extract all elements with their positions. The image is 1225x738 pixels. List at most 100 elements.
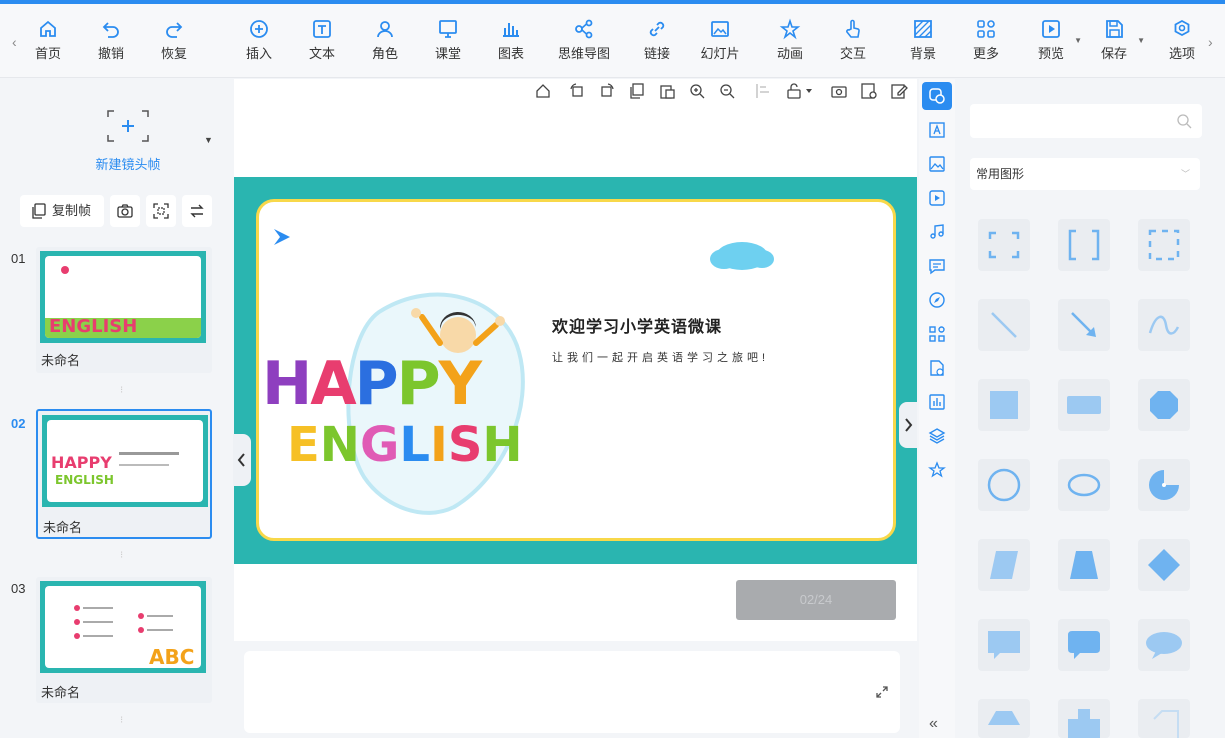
shape-category-select[interactable]: 常用图形 ﹀ (970, 158, 1200, 190)
new-frame-dropdown-icon[interactable]: ▼ (204, 135, 213, 145)
toolbar-preview-button[interactable]: 预览 ▼ (1016, 18, 1086, 63)
toolbar-options-button[interactable]: 选项 (1147, 18, 1217, 63)
expand-notes-icon[interactable] (876, 685, 888, 703)
home-icon (40, 20, 56, 37)
paste-icon[interactable] (658, 82, 676, 100)
toolbar-save-button[interactable]: 保存 ▼ (1079, 18, 1149, 63)
copy-layer-icon[interactable] (628, 82, 646, 100)
toolbar-slideshow-button[interactable]: 幻灯片 (685, 18, 755, 63)
shape-pentagon-partial[interactable] (978, 699, 1030, 738)
home-view-icon[interactable] (534, 82, 552, 100)
toolbar-interaction-button[interactable]: 交互 (818, 18, 888, 63)
collapse-tools-icon[interactable]: « (929, 715, 938, 733)
toolbar-chart-button[interactable]: 图表 (476, 18, 546, 63)
slide-thumbnail: HAPPY ENGLISH (42, 415, 208, 507)
english-letter: E (287, 417, 320, 473)
tool-music[interactable] (927, 222, 947, 242)
tool-favorites[interactable] (927, 460, 947, 480)
tool-text[interactable] (927, 120, 947, 140)
dashed-frame-shape-icon (1148, 229, 1180, 261)
edit-note-icon[interactable] (890, 82, 908, 100)
toolbar-redo-button[interactable]: 恢复 (139, 18, 209, 63)
toolbar-undo-button[interactable]: 撤销 (76, 18, 146, 63)
tool-comment[interactable] (927, 256, 947, 276)
rotate-right-icon[interactable] (598, 82, 616, 100)
speaker-notes[interactable] (244, 651, 900, 733)
slide-title[interactable]: 欢迎学习小学英语微课 (552, 313, 722, 337)
preview-play-icon (1042, 20, 1060, 38)
save-icon (1106, 20, 1123, 38)
tool-chart[interactable] (927, 392, 947, 412)
toolbar-classroom-button[interactable]: 课堂 (413, 18, 483, 63)
toolbar-home-button[interactable]: 首页 (13, 18, 83, 63)
toolbar-text-button[interactable]: 文本 (287, 18, 357, 63)
rotate-left-icon[interactable] (568, 82, 586, 100)
tool-image[interactable] (927, 154, 947, 174)
insert-tools-column: « (919, 79, 955, 738)
tool-layers[interactable] (927, 426, 947, 446)
chevron-left-icon (237, 453, 245, 467)
zoom-in-icon[interactable] (688, 82, 706, 100)
copy-frame-button[interactable]: 复制帧 (20, 195, 104, 227)
shape-dashed-frame[interactable] (1138, 219, 1190, 271)
slide-subtitle[interactable]: 让我们一起开启英语学习之旅吧! (552, 349, 769, 365)
ellipse-shape-icon (1067, 473, 1101, 497)
english-letter: H (482, 417, 523, 473)
shape-arrow[interactable] (1058, 299, 1110, 351)
toolbar-link-button[interactable]: 链接 (622, 18, 692, 63)
tool-compass[interactable] (927, 290, 947, 310)
shape-frame-corners[interactable] (978, 219, 1030, 271)
shape-diamond[interactable] (1138, 539, 1190, 591)
shape-line[interactable] (978, 299, 1030, 351)
shape-speech-oval[interactable] (1138, 619, 1190, 671)
chart-icon (503, 23, 519, 37)
shape-circle[interactable] (978, 459, 1030, 511)
slide-canvas[interactable]: HAPPY ENGLISH (234, 177, 917, 564)
frame-crop-button[interactable] (146, 195, 176, 227)
shape-curve[interactable] (1138, 299, 1190, 351)
slide-card[interactable]: ENGLISH 未命名 (36, 247, 212, 373)
save-dropdown-caret-icon[interactable]: ▼ (1137, 36, 1145, 45)
shape-brackets[interactable] (1058, 219, 1110, 271)
speech-oval-shape-icon (1146, 632, 1182, 659)
svg-text:HAPPY: HAPPY (51, 453, 112, 472)
tool-video[interactable] (927, 188, 947, 208)
shape-cross-partial[interactable] (1058, 699, 1110, 738)
shape-search-input[interactable] (970, 104, 1202, 138)
lock-dropdown-icon[interactable] (786, 82, 816, 100)
tool-document[interactable] (927, 358, 947, 378)
collapse-right-panel-button[interactable] (899, 402, 917, 448)
shape-square[interactable] (978, 379, 1030, 431)
shape-corner-partial[interactable] (1138, 699, 1190, 738)
shape-ellipse[interactable] (1058, 459, 1110, 511)
collapse-left-panel-button[interactable] (233, 434, 251, 486)
thumbnail-art-icon: ABC (74, 605, 194, 668)
search-icon (1177, 114, 1192, 129)
toolbar-background-button[interactable]: 背景 (888, 18, 958, 63)
shape-speech-rounded[interactable] (1058, 619, 1110, 671)
toolbar-more-button[interactable]: 更多 (951, 18, 1021, 63)
slide-card[interactable]: ABC 未命名 (36, 577, 212, 703)
shape-octagon[interactable] (1138, 379, 1190, 431)
shape-pie[interactable] (1138, 459, 1190, 511)
align-icon[interactable] (754, 82, 772, 100)
toolbar-animation-button[interactable]: 动画 (755, 18, 825, 63)
new-frame-button[interactable]: 新建镜头帧 (62, 101, 194, 181)
frame-screenshot-button[interactable] (110, 195, 140, 227)
shape-trapezoid[interactable] (1058, 539, 1110, 591)
toolbar-insert-button[interactable]: 插入 (224, 18, 294, 63)
frame-settings-icon[interactable] (860, 82, 878, 100)
slide-card-active[interactable]: HAPPY ENGLISH 未命名 (36, 409, 212, 539)
zoom-out-icon[interactable] (718, 82, 736, 100)
toolbar-character-button[interactable]: 角色 (350, 18, 420, 63)
toolbar-mindmap-button[interactable]: 思维导图 (549, 18, 619, 63)
tool-components[interactable] (927, 324, 947, 344)
frame-switch-button[interactable] (182, 195, 212, 227)
shape-speech-rect[interactable] (978, 619, 1030, 671)
tool-shapes[interactable] (922, 82, 952, 110)
line-shape-icon (991, 312, 1017, 338)
shape-parallelogram[interactable] (978, 539, 1030, 591)
shape-rounded-rect[interactable] (1058, 379, 1110, 431)
snapshot-camera-icon[interactable] (830, 82, 848, 100)
frames-panel: 新建镜头帧 ▼ 复制帧 01 ENGLISH 未命名 ⁝ 02 HAPPY EN… (0, 79, 225, 738)
